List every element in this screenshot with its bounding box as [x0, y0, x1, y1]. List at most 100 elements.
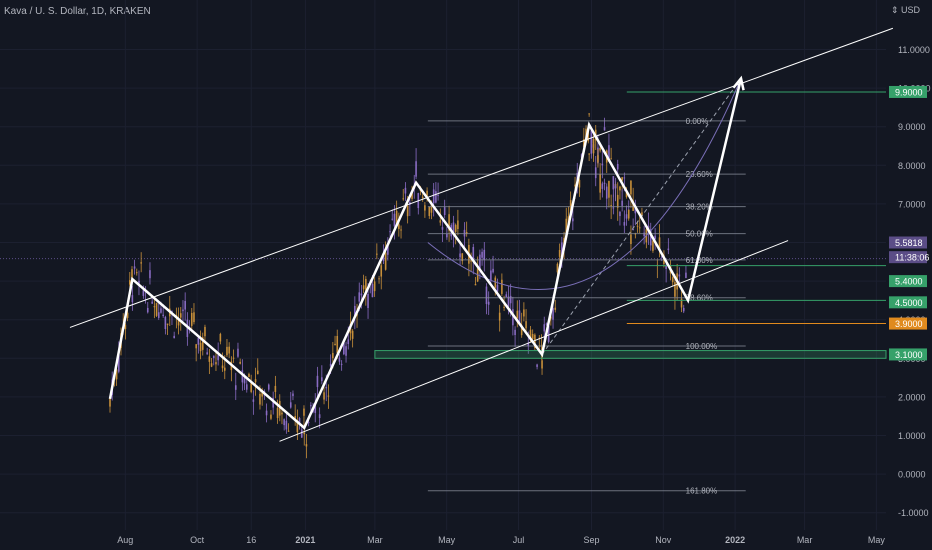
price-chart[interactable]: 0.00%23.60%38.20%50.00%61.80%78.60%100.0… [0, 0, 932, 550]
candle-body [226, 346, 228, 356]
candle-body [245, 384, 248, 390]
candle-body [516, 310, 519, 319]
time-axis[interactable]: Aug Oct 16 2021 Mar May Jul Sep Nov 2022 Mar May [117, 535, 885, 545]
candle-body [543, 324, 546, 332]
candle-body [406, 205, 409, 217]
candle-body [248, 373, 250, 378]
candle-body [362, 285, 365, 290]
candle-body [204, 326, 206, 337]
x-tick-label: Oct [190, 535, 205, 545]
candle-body [340, 363, 343, 365]
candle-body [531, 333, 534, 339]
candle-body [496, 284, 499, 292]
candle-body [256, 370, 259, 375]
candle-body [404, 187, 407, 194]
candle-body [610, 158, 612, 160]
candle-body [630, 234, 632, 245]
candle-body [439, 220, 442, 223]
channel-upper-line [69, 27, 894, 328]
candle-body [588, 153, 590, 155]
candle-body [592, 138, 595, 154]
y-tick-label: 0.0000 [898, 470, 926, 480]
support-zone [374, 350, 887, 359]
candle-body [674, 282, 676, 297]
candle-body [603, 127, 606, 131]
candle-body [630, 180, 632, 195]
candle-body [627, 209, 630, 219]
candle-body [316, 375, 319, 388]
candle-body [303, 432, 306, 435]
y-tick-label: 9.0000 [898, 122, 926, 132]
candle-body [160, 308, 162, 313]
candle-body [133, 266, 136, 269]
candle-body [146, 307, 149, 313]
candle-body [616, 163, 619, 170]
price-label: 5.4000 [895, 277, 923, 287]
price-label: 11:38:06 [895, 253, 929, 263]
x-tick-label: Jul [513, 535, 525, 545]
candle-body [671, 277, 674, 283]
candle-body [265, 410, 268, 416]
candle-body [578, 179, 581, 188]
candle-body [474, 283, 477, 286]
x-tick-label: 2021 [295, 535, 315, 545]
candle-body [443, 207, 446, 215]
candle-body [215, 362, 217, 365]
candle-body [237, 348, 239, 357]
candle-body [338, 357, 341, 362]
fib-level-label: 0.00% [686, 117, 709, 126]
price-axis[interactable]: 11.000010.00009.00008.00007.00006.00005.… [889, 45, 931, 518]
candle-body [636, 225, 639, 227]
candle-body [373, 281, 376, 292]
x-tick-label: Mar [797, 535, 813, 545]
zigzag-pattern [108, 78, 743, 430]
candle-body [552, 308, 554, 320]
candle-body [421, 196, 424, 199]
candle-body [612, 176, 615, 190]
candle-body [254, 379, 257, 383]
y-tick-label: 11.0000 [898, 45, 930, 55]
price-label: 9.9000 [895, 87, 923, 97]
candle-body [193, 312, 195, 323]
candle-body [380, 265, 383, 277]
candle-body [131, 295, 134, 303]
candle-body [391, 218, 394, 220]
candle-body [219, 333, 222, 342]
candle-body [667, 248, 670, 251]
candle-body [625, 214, 628, 219]
price-label: 4.5000 [895, 298, 923, 308]
candle-body [621, 200, 623, 206]
candle-body [164, 316, 167, 329]
candle-body [179, 313, 182, 318]
candle-body [432, 189, 435, 204]
candle-body [685, 272, 687, 278]
candle-body [287, 430, 290, 432]
x-tick-label: Sep [583, 535, 599, 545]
candle-body [503, 306, 505, 308]
candle-body [281, 412, 283, 415]
candle-body [384, 252, 387, 270]
candle-body [195, 344, 197, 349]
y-tick-label: 7.0000 [898, 199, 926, 209]
fib-level-label: 100.00% [686, 342, 718, 351]
fib-level-label: 50.00% [686, 230, 713, 239]
candle-body [536, 364, 538, 367]
y-tick-label: 1.0000 [898, 431, 926, 441]
candle-body [318, 414, 321, 419]
candle-body [274, 385, 277, 392]
candle-body [402, 198, 405, 200]
candle-body [608, 181, 610, 198]
candle-body [597, 155, 599, 163]
candle-body [619, 211, 621, 217]
candle-body [601, 163, 604, 166]
candle-body [259, 393, 261, 405]
candle-body [487, 301, 490, 305]
chart-area[interactable]: Kava / U. S. Dollar, 1D, KRAKEN ⇕ USD 0.… [0, 0, 932, 550]
x-tick-label: Aug [117, 535, 133, 545]
candle-body [514, 329, 516, 336]
candle-body [492, 268, 494, 273]
candle-body [206, 352, 208, 355]
x-tick-label: Mar [367, 535, 383, 545]
candle-body [616, 194, 619, 208]
candle-body [678, 274, 681, 277]
